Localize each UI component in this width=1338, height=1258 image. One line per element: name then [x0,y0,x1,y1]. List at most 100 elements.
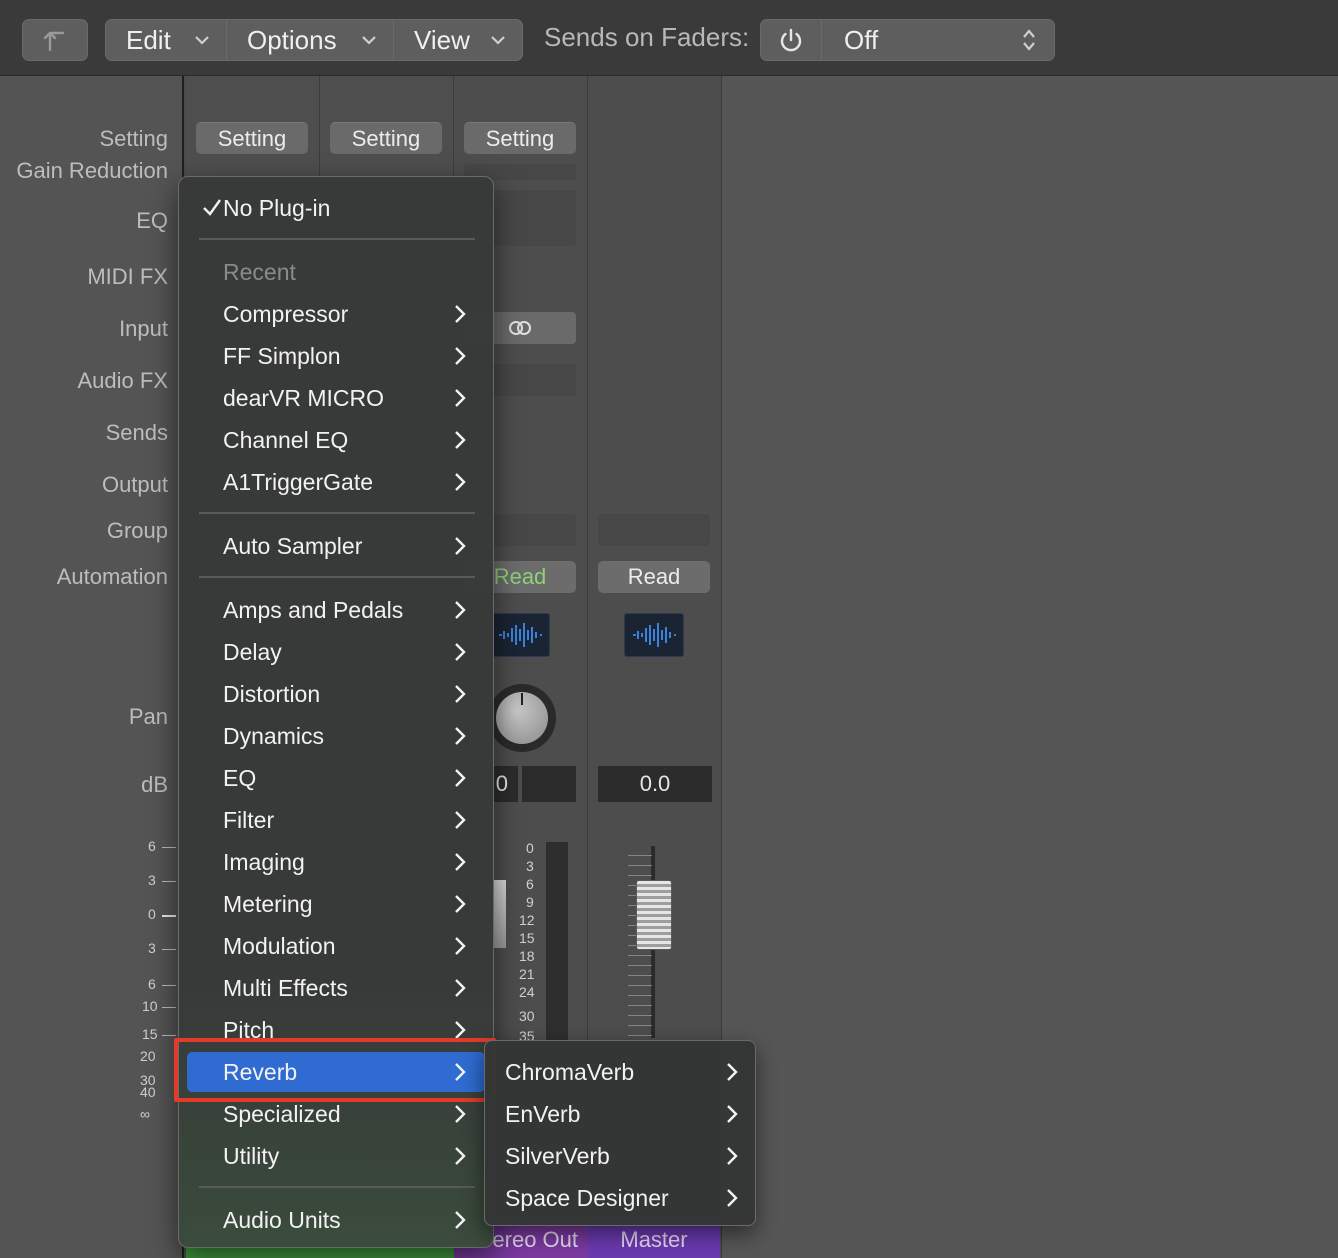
automation-read-button[interactable]: Read [598,561,710,593]
sends-on-faders-label: Sends on Faders: [544,22,750,52]
gain-reduction-row-label: Gain Reduction [16,158,168,183]
menu-item-label: Distortion [223,680,321,707]
waveform-icon [499,623,542,647]
chevron-right-icon [727,1105,738,1123]
chevron-down-icon [362,36,376,45]
pan-row-label: Pan [128,704,168,729]
chevron-right-icon [455,347,466,365]
menu-item-label: A1TriggerGate [223,468,373,495]
setting-button[interactable]: Setting [330,122,442,154]
menu-item-dearvr-micro[interactable]: dearVR MICRO [187,378,485,418]
scale-tick [162,1035,176,1036]
chevron-right-icon [455,305,466,323]
volume-fader-cap[interactable] [636,880,672,950]
scale-tick [162,915,176,917]
checkmark-icon [203,199,221,216]
options-label: Options [247,24,337,55]
submenu-item-label: SilverVerb [505,1142,610,1169]
menu-item-distortion[interactable]: Distortion [187,674,485,714]
menu-item-modulation[interactable]: Modulation [187,926,485,966]
menu-item-metering[interactable]: Metering [187,884,485,924]
menu-item-audio-units[interactable]: Audio Units [187,1200,485,1240]
submenu-item-chromaverb[interactable]: ChromaVerb [491,1052,751,1092]
submenu-item-enverb[interactable]: EnVerb [491,1094,751,1134]
meter-scale-label: 18 [519,948,535,964]
menu-separator [199,238,475,240]
chevron-right-icon [455,937,466,955]
options-menu-button[interactable]: Options [226,19,394,61]
audio-fx-row-label: Audio FX [77,368,169,393]
chevron-right-icon [455,1147,466,1165]
chevron-right-icon [455,727,466,745]
power-icon [780,28,802,52]
stereo-link-icon [509,321,531,335]
menu-item-filter[interactable]: Filter [187,800,485,840]
menu-item-label: Dynamics [223,722,324,749]
menu-item-label: Audio Units [223,1206,341,1233]
menu-item-multi-effects[interactable]: Multi Effects [187,968,485,1008]
meter-scale-label: 30 [519,1008,535,1024]
toolbar: Edit Options View Sends on Faders: Off [0,0,1338,76]
empty-mixer-area [722,76,1338,1258]
menu-item-label: Metering [223,890,313,917]
waveform-button[interactable] [490,613,550,657]
eq-row-label: EQ [136,208,168,233]
menu-item-dynamics[interactable]: Dynamics [187,716,485,756]
menu-item-no-plugin[interactable]: No Plug-in [187,188,485,228]
volume-value-display[interactable]: 0.0 [598,766,712,802]
menu-item-label: dearVR MICRO [223,384,385,411]
setting-button[interactable]: Setting [464,122,576,154]
strip-name-master[interactable]: Master [588,1222,720,1258]
menu-item-a1triggergate[interactable]: A1TriggerGate [187,462,485,502]
group-slot[interactable] [598,514,710,546]
menu-item-label: Delay [223,638,282,665]
pan-knob[interactable] [488,684,556,752]
menu-item-amps-and-pedals[interactable]: Amps and Pedals [187,590,485,630]
db-row-label: dB [141,772,168,797]
scale-label: 3 [148,872,156,888]
volume-fader-cap[interactable] [494,880,506,948]
menu-separator [199,512,475,514]
chevron-right-icon [455,431,466,449]
scale-tick [162,949,176,950]
menu-item-ff-simplon[interactable]: FF Simplon [187,336,485,376]
meter-scale-label: 3 [526,858,534,874]
menu-item-compressor[interactable]: Compressor [187,294,485,334]
sends-on-faders-power-button[interactable] [760,19,822,61]
menu-item-label: Utility [223,1142,280,1169]
meter-scale-label: 0 [526,840,534,856]
scale-label: 20 [140,1048,156,1064]
edit-label: Edit [126,24,171,55]
scale-tick [162,1007,176,1008]
menu-item-eq[interactable]: EQ [187,758,485,798]
menu-separator [199,1186,475,1188]
menu-item-label: Filter [223,806,275,833]
menu-item-auto-sampler[interactable]: Auto Sampler [187,526,485,566]
submenu-item-silververb[interactable]: SilverVerb [491,1136,751,1176]
submenu-item-label: ChromaVerb [505,1058,635,1085]
submenu-item-label: Space Designer [505,1184,669,1211]
midi-fx-row-label: MIDI FX [87,264,168,289]
menu-item-imaging[interactable]: Imaging [187,842,485,882]
setting-button[interactable]: Setting [196,122,308,154]
scale-label: 3 [148,940,156,956]
chevron-right-icon [455,853,466,871]
menu-item-utility[interactable]: Utility [187,1136,485,1176]
menu-header-label: Recent [223,258,296,285]
waveform-button[interactable] [624,613,684,657]
chevron-right-icon [455,685,466,703]
meter-scale-label: 9 [526,894,534,910]
menu-item-delay[interactable]: Delay [187,632,485,672]
pan-indicator [521,693,523,705]
submenu-item-space-designer[interactable]: Space Designer [491,1178,751,1218]
sends-on-faders-select[interactable]: Off [821,19,1055,61]
chevron-right-icon [455,473,466,491]
meter-scale-label: 21 [519,966,535,982]
menu-header-recent: Recent [187,252,485,292]
meter-scale-label: 24 [519,984,535,1000]
menu-item-channel-eq[interactable]: Channel EQ [187,420,485,460]
edit-menu-button[interactable]: Edit [105,19,227,61]
view-menu-button[interactable]: View [393,19,523,61]
back-button[interactable] [22,19,88,61]
input-row-label: Input [119,316,168,341]
